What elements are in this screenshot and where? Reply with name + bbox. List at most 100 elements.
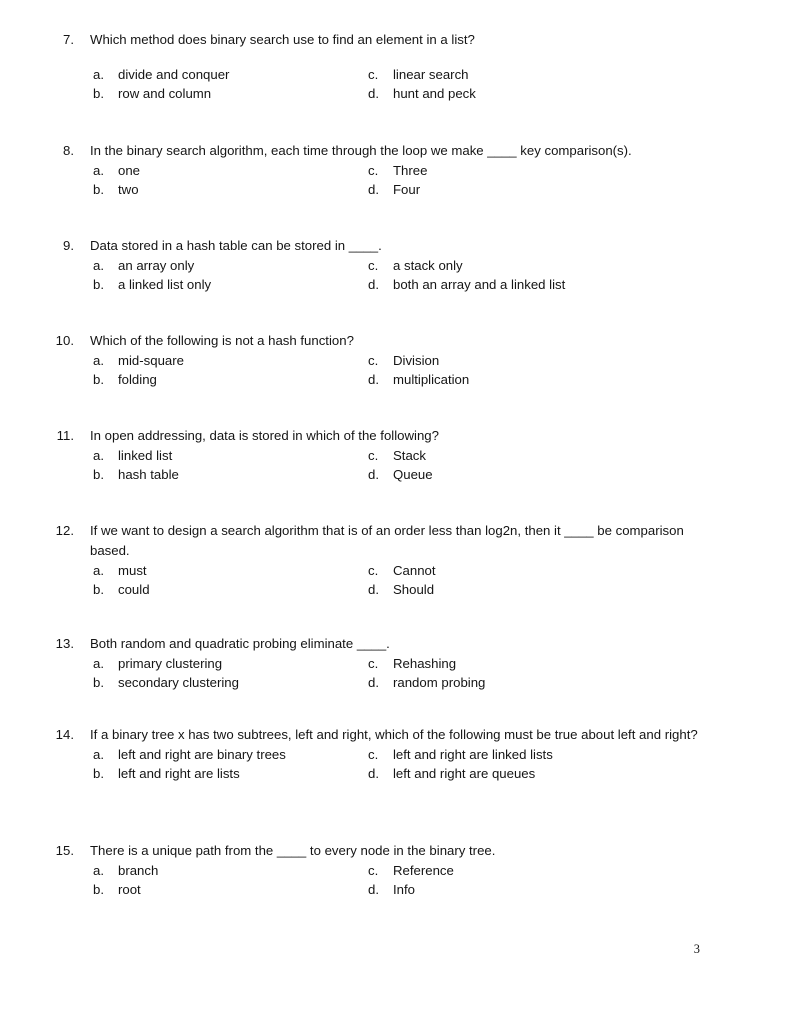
- option-c[interactable]: c. Stack: [368, 446, 426, 465]
- option-letter: a.: [93, 258, 104, 273]
- question-stem-row: 11. In open addressing, data is stored in…: [0, 426, 791, 446]
- option-text: a stack only: [393, 258, 463, 273]
- question-text: Data stored in a hash table can be store…: [90, 238, 382, 253]
- option-a[interactable]: a. left and right are binary trees: [93, 745, 286, 764]
- question-block: 14. If a binary tree x has two subtrees, …: [0, 725, 791, 783]
- option-c[interactable]: c. left and right are linked lists: [368, 745, 553, 764]
- option-letter: d.: [368, 582, 379, 597]
- option-b[interactable]: b. row and column: [93, 84, 211, 103]
- option-a[interactable]: a. divide and conquer: [93, 65, 229, 84]
- option-letter: a.: [93, 656, 104, 671]
- option-letter: a.: [93, 448, 104, 463]
- option-text: multiplication: [393, 372, 470, 387]
- option-b[interactable]: b. two: [93, 180, 139, 199]
- question-number: 13.: [55, 636, 74, 651]
- question-text: If we want to design a search algorithm …: [90, 523, 684, 558]
- option-d[interactable]: d. left and right are queues: [368, 764, 535, 783]
- question-text: In the binary search algorithm, each tim…: [90, 143, 632, 158]
- option-row: b. a linked list only d. both an array and …: [0, 275, 791, 294]
- option-text: could: [118, 582, 150, 597]
- question-number: 8.: [63, 143, 74, 158]
- option-letter: b.: [93, 467, 104, 482]
- option-d[interactable]: d. Four: [368, 180, 420, 199]
- question-block: 11. In open addressing, data is stored in…: [0, 426, 791, 484]
- option-letter: c.: [368, 563, 379, 578]
- option-b[interactable]: b. root: [93, 880, 141, 899]
- option-text: an array only: [118, 258, 195, 273]
- option-c[interactable]: c. Reference: [368, 861, 454, 880]
- question-number: 12.: [55, 523, 74, 538]
- option-letter: d.: [368, 182, 379, 197]
- option-row: b. could d. Should: [0, 580, 791, 599]
- option-a[interactable]: a. one: [93, 161, 140, 180]
- option-row: b. row and column d. hunt and peck: [0, 84, 791, 103]
- option-text: branch: [118, 863, 159, 878]
- question-block: 8. In the binary search algorithm, each t…: [0, 141, 791, 199]
- question-stem-row: 10. Which of the following is not a hash …: [0, 331, 791, 351]
- option-letter: a.: [93, 747, 104, 762]
- option-a[interactable]: a. primary clustering: [93, 654, 222, 673]
- option-letter: b.: [93, 277, 104, 292]
- option-a[interactable]: a. linked list: [93, 446, 172, 465]
- option-a[interactable]: a. branch: [93, 861, 158, 880]
- option-d[interactable]: d. multiplication: [368, 370, 469, 389]
- option-d[interactable]: d. both an array and a linked list: [368, 275, 565, 294]
- option-letter: d.: [368, 766, 379, 781]
- option-text: two: [118, 182, 139, 197]
- question-text: Both random and quadratic probing elimin…: [90, 636, 390, 651]
- option-b[interactable]: b. folding: [93, 370, 157, 389]
- option-text: linked list: [118, 448, 173, 463]
- question-stem-row: 14. If a binary tree x has two subtrees, …: [0, 725, 791, 745]
- option-row: a. left and right are binary trees c. left …: [0, 745, 791, 764]
- option-a[interactable]: a. must: [93, 561, 147, 580]
- question-text: There is a unique path from the ____ to …: [90, 843, 496, 858]
- option-text: folding: [118, 372, 157, 387]
- question-stem-row: 7. Which method does binary search use to…: [0, 30, 791, 50]
- option-row: b. left and right are lists d. left and rig…: [0, 764, 791, 783]
- option-letter: d.: [368, 675, 379, 690]
- options-group: a. an array only c. a stack only b. a linked …: [0, 256, 791, 294]
- option-d[interactable]: d. hunt and peck: [368, 84, 476, 103]
- question-stem-row: 8. In the binary search algorithm, each t…: [0, 141, 791, 161]
- page-number: 3: [693, 942, 700, 956]
- option-c[interactable]: c. Three: [368, 161, 427, 180]
- option-c[interactable]: c. Rehashing: [368, 654, 456, 673]
- option-text: both an array and a linked list: [393, 277, 566, 292]
- option-d[interactable]: d. Queue: [368, 465, 433, 484]
- option-b[interactable]: b. a linked list only: [93, 275, 211, 294]
- option-a[interactable]: a. mid-square: [93, 351, 184, 370]
- question-block: 13. Both random and quadratic probing eli…: [0, 634, 791, 692]
- question-number: 15.: [55, 843, 74, 858]
- options-group: a. one c. Three b. two d. Four: [0, 161, 791, 199]
- option-letter: c.: [368, 67, 379, 82]
- question-block: 9. Data stored in a hash table can be sto…: [0, 236, 791, 294]
- question-number: 10.: [55, 333, 74, 348]
- option-text: divide and conquer: [118, 67, 230, 82]
- option-row: a. divide and conquer c. linear search: [0, 65, 791, 84]
- option-letter: a.: [93, 353, 104, 368]
- option-c[interactable]: c. linear search: [368, 65, 469, 84]
- option-d[interactable]: d. random probing: [368, 673, 485, 692]
- option-letter: d.: [368, 277, 379, 292]
- option-c[interactable]: c. Division: [368, 351, 439, 370]
- option-letter: b.: [93, 582, 104, 597]
- option-c[interactable]: c. Cannot: [368, 561, 436, 580]
- question-number: 11.: [56, 428, 74, 443]
- options-group: a. divide and conquer c. linear search b. row…: [0, 65, 791, 103]
- option-row: b. two d. Four: [0, 180, 791, 199]
- option-b[interactable]: b. left and right are lists: [93, 764, 240, 783]
- option-text: a linked list only: [118, 277, 212, 292]
- option-b[interactable]: b. hash table: [93, 465, 179, 484]
- option-b[interactable]: b. could: [93, 580, 150, 599]
- option-a[interactable]: a. an array only: [93, 256, 194, 275]
- option-d[interactable]: d. Should: [368, 580, 434, 599]
- question-block: 12. If we want to design a search algorit…: [0, 521, 791, 599]
- option-letter: d.: [368, 86, 379, 101]
- question-stem-row: 15. There is a unique path from the ____ …: [0, 841, 791, 861]
- option-b[interactable]: b. secondary clustering: [93, 673, 239, 692]
- option-d[interactable]: d. Info: [368, 880, 415, 899]
- option-row: b. root d. Info: [0, 880, 791, 899]
- option-c[interactable]: c. a stack only: [368, 256, 463, 275]
- option-letter: b.: [93, 675, 104, 690]
- option-text: must: [118, 563, 147, 578]
